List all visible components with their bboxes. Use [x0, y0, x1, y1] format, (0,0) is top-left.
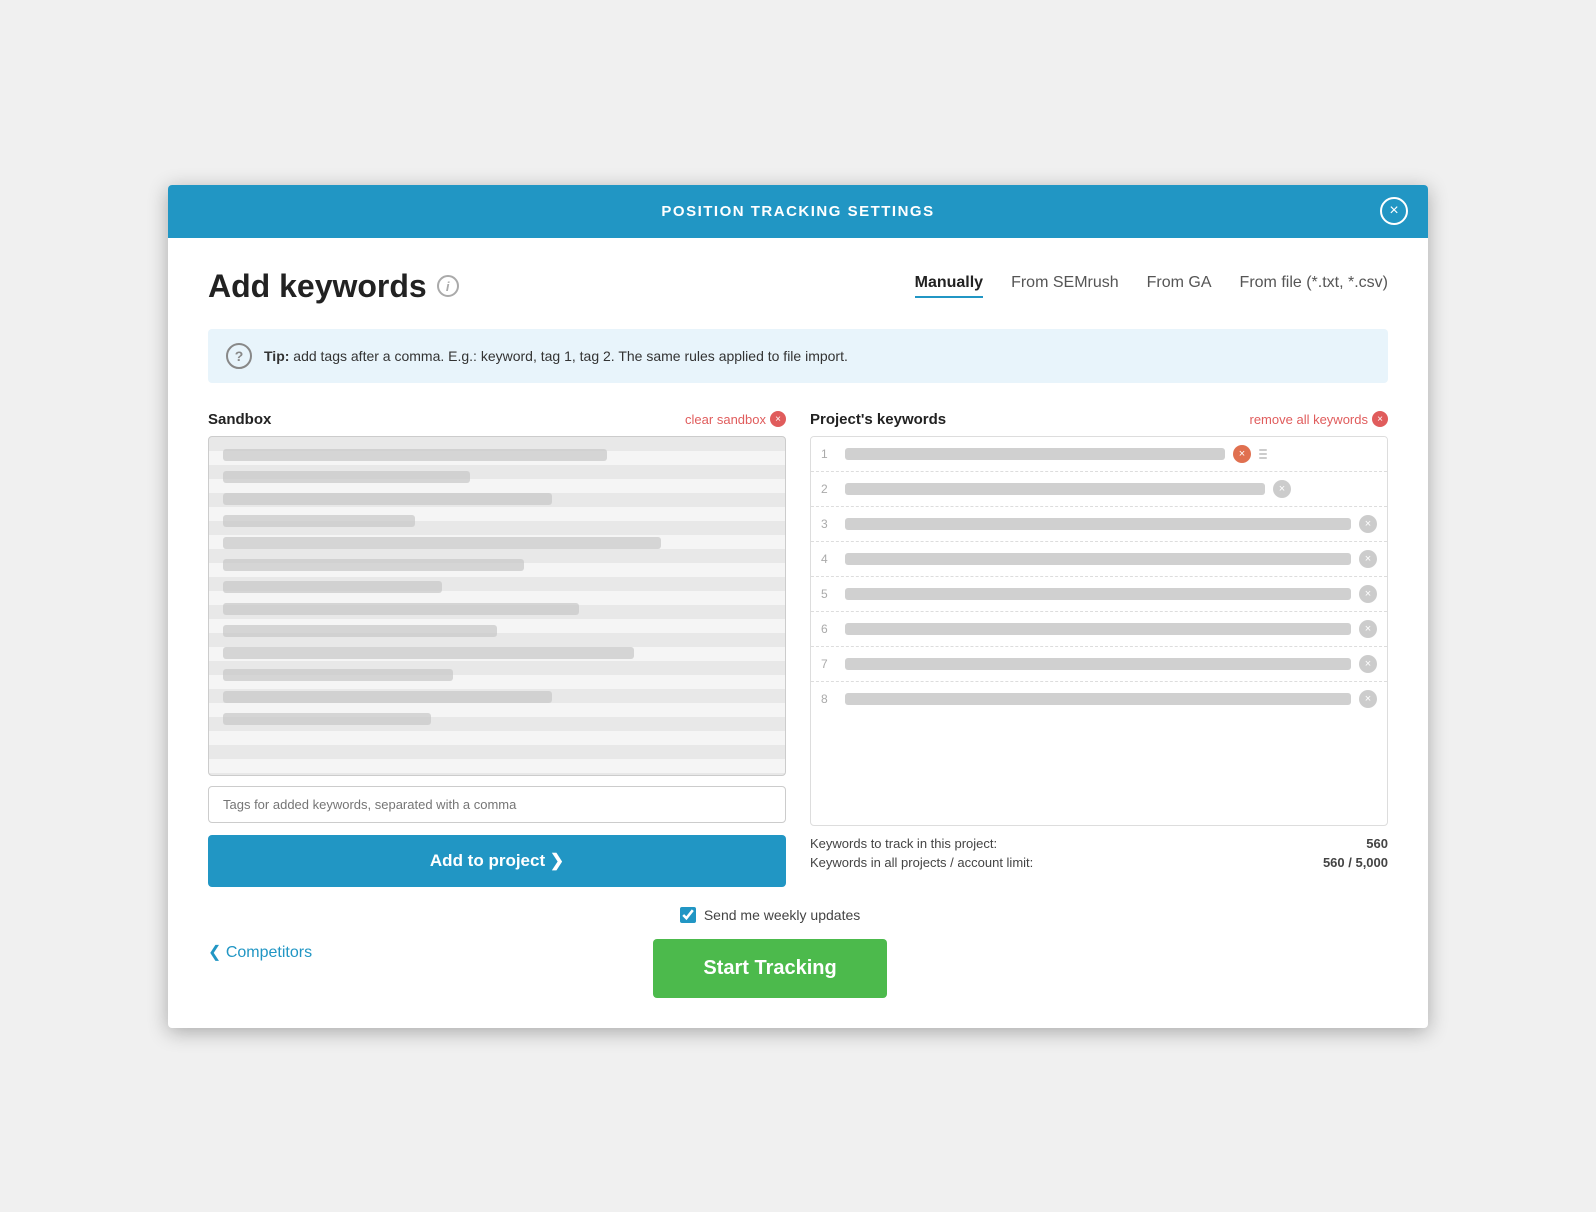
table-row: 2 ×: [811, 472, 1387, 507]
tab-manually[interactable]: Manually: [915, 274, 983, 298]
bottom-actions: ❮ Competitors Send me weekly updates Sta…: [208, 907, 1388, 998]
keyword-content: [845, 658, 1351, 670]
keyword-number: 1: [821, 447, 837, 461]
remove-keyword-button[interactable]: ×: [1359, 515, 1377, 533]
blurred-line: [223, 449, 607, 461]
keyword-content: [845, 623, 1351, 635]
modal-title: POSITION TRACKING SETTINGS: [661, 203, 934, 220]
blurred-line: [223, 515, 415, 527]
sandbox-content[interactable]: [208, 436, 786, 776]
table-row: 5 ×: [811, 577, 1387, 612]
tip-box: ? Tip: add tags after a comma. E.g.: key…: [208, 329, 1388, 383]
blurred-line: [223, 669, 453, 681]
tip-icon: ?: [226, 343, 252, 369]
clear-sandbox-button[interactable]: clear sandbox ×: [685, 411, 786, 427]
stats-label-2: Keywords in all projects / account limit…: [810, 855, 1033, 870]
tab-nav: Manually From SEMrush From GA From file …: [915, 274, 1388, 298]
table-row: 4 ×: [811, 542, 1387, 577]
keyword-number: 4: [821, 552, 837, 566]
tags-input[interactable]: [208, 786, 786, 823]
remove-keyword-button[interactable]: ×: [1359, 585, 1377, 603]
remove-all-icon: ×: [1372, 411, 1388, 427]
stats-line-2: Keywords in all projects / account limit…: [810, 855, 1388, 870]
keyword-number: 5: [821, 587, 837, 601]
drag-handle[interactable]: [1259, 449, 1267, 459]
back-link[interactable]: ❮ Competitors: [208, 942, 312, 962]
weekly-updates-label: Send me weekly updates: [704, 907, 860, 923]
keyword-content: [845, 693, 1351, 705]
blurred-line: [223, 603, 579, 615]
keyword-content: [845, 553, 1351, 565]
keywords-list: 1 × 2 × 3 ×: [810, 436, 1388, 826]
info-icon[interactable]: i: [437, 275, 459, 297]
keyword-content: [845, 483, 1265, 495]
title-row: Add keywords i Manually From SEMrush Fro…: [208, 268, 1388, 305]
remove-all-label: remove all keywords: [1250, 412, 1369, 427]
remove-all-keywords-button[interactable]: remove all keywords ×: [1250, 411, 1389, 427]
keyword-content: [845, 588, 1351, 600]
clear-sandbox-icon: ×: [770, 411, 786, 427]
center-area: Send me weekly updates Start Tracking: [653, 907, 886, 998]
page-title-area: Add keywords i: [208, 268, 459, 305]
remove-keyword-button[interactable]: ×: [1359, 655, 1377, 673]
start-tracking-button[interactable]: Start Tracking: [653, 939, 886, 998]
sandbox-blurred-lines: [209, 437, 785, 737]
remove-keyword-button[interactable]: ×: [1359, 620, 1377, 638]
blurred-line: [223, 647, 634, 659]
tip-body: add tags after a comma. E.g.: keyword, t…: [293, 348, 848, 364]
columns-row: Sandbox clear sandbox ×: [208, 411, 1388, 887]
tab-from-semrush[interactable]: From SEMrush: [1011, 274, 1119, 298]
sandbox-header: Sandbox clear sandbox ×: [208, 411, 786, 428]
blurred-line: [223, 471, 470, 483]
page-title-text: Add keywords: [208, 268, 427, 305]
blurred-line: [223, 691, 552, 703]
table-row: 7 ×: [811, 647, 1387, 682]
remove-keyword-button[interactable]: ×: [1233, 445, 1251, 463]
blurred-line: [223, 559, 524, 571]
stats-value-2: 560 / 5,000: [1323, 855, 1388, 870]
keyword-number: 2: [821, 482, 837, 496]
modal-header: POSITION TRACKING SETTINGS ×: [168, 185, 1428, 238]
blurred-line: [223, 581, 442, 593]
table-row: 6 ×: [811, 612, 1387, 647]
blurred-line: [223, 625, 497, 637]
close-button[interactable]: ×: [1380, 197, 1408, 225]
table-row: 1 ×: [811, 437, 1387, 472]
stats-area: Keywords to track in this project: 560 K…: [810, 836, 1388, 870]
keyword-content: [845, 448, 1225, 460]
stats-label-1: Keywords to track in this project:: [810, 836, 997, 851]
keyword-number: 6: [821, 622, 837, 636]
clear-sandbox-label: clear sandbox: [685, 412, 766, 427]
sandbox-column: Sandbox clear sandbox ×: [208, 411, 786, 887]
modal-container: POSITION TRACKING SETTINGS × Add keyword…: [168, 185, 1428, 1028]
stats-line-1: Keywords to track in this project: 560: [810, 836, 1388, 851]
table-row: 3 ×: [811, 507, 1387, 542]
tab-from-file[interactable]: From file (*.txt, *.csv): [1240, 274, 1388, 298]
add-to-project-button[interactable]: Add to project ❯: [208, 835, 786, 887]
blurred-line: [223, 493, 552, 505]
keyword-number: 8: [821, 692, 837, 706]
keyword-number: 7: [821, 657, 837, 671]
remove-keyword-button[interactable]: ×: [1359, 550, 1377, 568]
blurred-line: [223, 537, 661, 549]
stats-value-1: 560: [1366, 836, 1388, 851]
weekly-updates-checkbox[interactable]: [680, 907, 696, 923]
table-row: 8 ×: [811, 682, 1387, 716]
keywords-header: Project's keywords remove all keywords ×: [810, 411, 1388, 428]
keywords-column: Project's keywords remove all keywords ×…: [810, 411, 1388, 887]
weekly-updates-area: Send me weekly updates: [680, 907, 860, 923]
tab-from-ga[interactable]: From GA: [1147, 274, 1212, 298]
keyword-content: [845, 518, 1351, 530]
keywords-title: Project's keywords: [810, 411, 946, 428]
remove-keyword-button[interactable]: ×: [1273, 480, 1291, 498]
modal-body: Add keywords i Manually From SEMrush Fro…: [168, 238, 1428, 1028]
blurred-line: [223, 713, 431, 725]
tip-text: Tip: add tags after a comma. E.g.: keywo…: [264, 348, 848, 364]
keyword-number: 3: [821, 517, 837, 531]
tip-prefix: Tip:: [264, 348, 289, 364]
remove-keyword-button[interactable]: ×: [1359, 690, 1377, 708]
sandbox-title: Sandbox: [208, 411, 271, 428]
